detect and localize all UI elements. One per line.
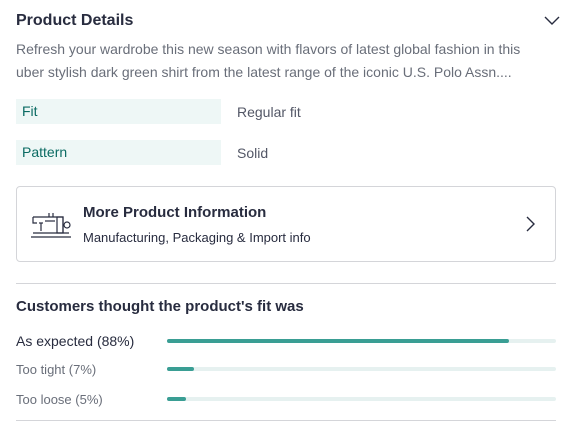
spec-label: Pattern (16, 140, 221, 165)
fit-bar-fill (167, 339, 510, 343)
more-info-text: More Product Information Manufacturing, … (83, 203, 521, 246)
chevron-down-icon[interactable] (543, 12, 561, 30)
product-details-header[interactable]: Product Details (16, 10, 561, 32)
fit-row-as-expected: As expected (88%) (16, 331, 556, 351)
fit-label: As expected (88%) (16, 333, 135, 349)
fit-row-too-tight: Too tight (7%) (16, 359, 556, 379)
more-info-title: More Product Information (83, 203, 267, 221)
fit-label: Too loose (5%) (16, 391, 103, 407)
fit-row-too-loose: Too loose (5%) (16, 389, 556, 409)
fit-bar-track (167, 367, 556, 371)
product-details-panel: Product Details Refresh your wardrobe th… (0, 0, 577, 434)
more-product-information-card[interactable]: More Product Information Manufacturing, … (16, 186, 556, 262)
fit-bar-fill (167, 397, 187, 401)
product-description: Refresh your wardrobe this new season wi… (16, 41, 521, 80)
spec-label: Fit (16, 99, 221, 124)
more-info-subtitle: Manufacturing, Packaging & Import info (83, 229, 311, 245)
fit-label: Too tight (7%) (16, 361, 97, 377)
spec-row-fit: Fit Regular fit (16, 99, 301, 124)
sewing-machine-icon (29, 207, 73, 241)
fit-bar-track (167, 397, 556, 401)
fit-feedback-title: Customers thought the product's fit was (16, 298, 304, 315)
fit-bar-fill (167, 367, 195, 371)
fit-bar-track (167, 339, 556, 343)
product-details-title: Product Details (16, 12, 134, 29)
spec-value: Regular fit (237, 103, 301, 120)
divider (16, 283, 556, 284)
spec-value: Solid (237, 144, 269, 161)
divider (16, 420, 556, 421)
spec-row-pattern: Pattern Solid (16, 140, 268, 165)
chevron-right-icon[interactable] (521, 215, 539, 233)
